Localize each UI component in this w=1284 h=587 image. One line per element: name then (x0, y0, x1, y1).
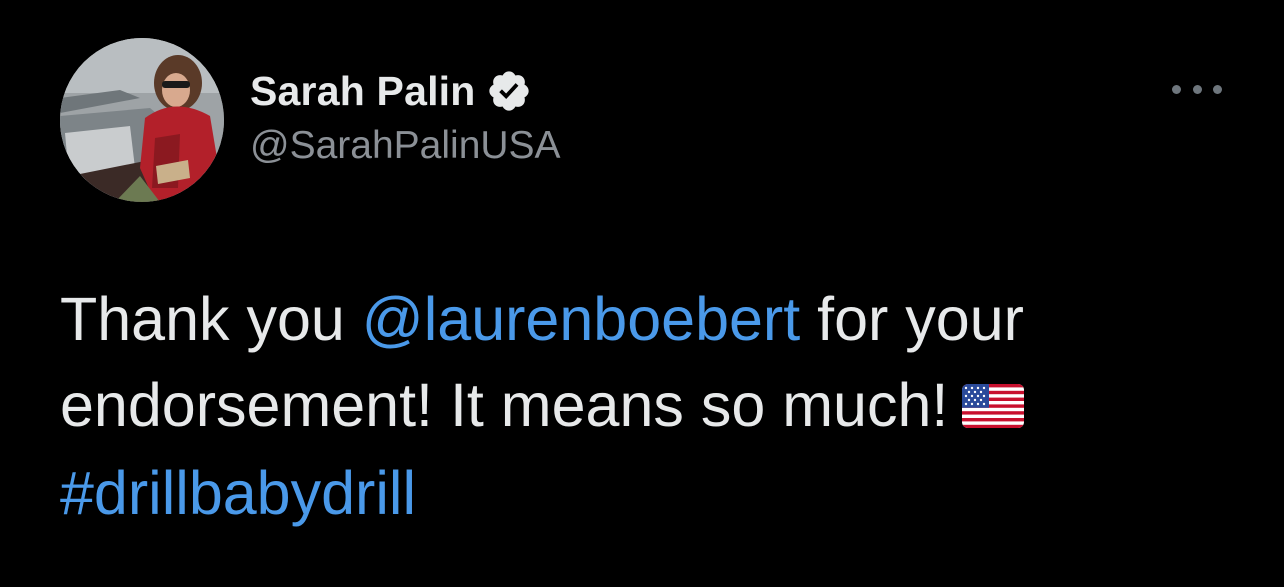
verified-badge-icon (486, 68, 532, 114)
more-dot (1213, 84, 1222, 94)
more-dot (1192, 84, 1202, 94)
mention-link[interactable]: @laurenboebert (362, 285, 800, 353)
tweet-text-part: Thank you (60, 285, 362, 353)
us-flag-emoji (962, 364, 1025, 450)
author-handle[interactable]: @SarahPalinUSA (250, 124, 561, 168)
author-name-row: Sarah Palin (250, 66, 532, 116)
avatar-photo (60, 38, 224, 202)
more-options-icon[interactable] (1172, 74, 1222, 104)
hashtag-link[interactable]: #drillbabydrill (60, 459, 416, 527)
author-display-name[interactable]: Sarah Palin (250, 68, 476, 115)
more-dot (1172, 84, 1181, 94)
tweet-card[interactable]: Sarah Palin @SarahPalinUSA Thank you @la… (0, 0, 1284, 587)
tweet-text: Thank you @laurenboebert for your endors… (60, 276, 1240, 536)
author-avatar[interactable] (60, 38, 224, 202)
